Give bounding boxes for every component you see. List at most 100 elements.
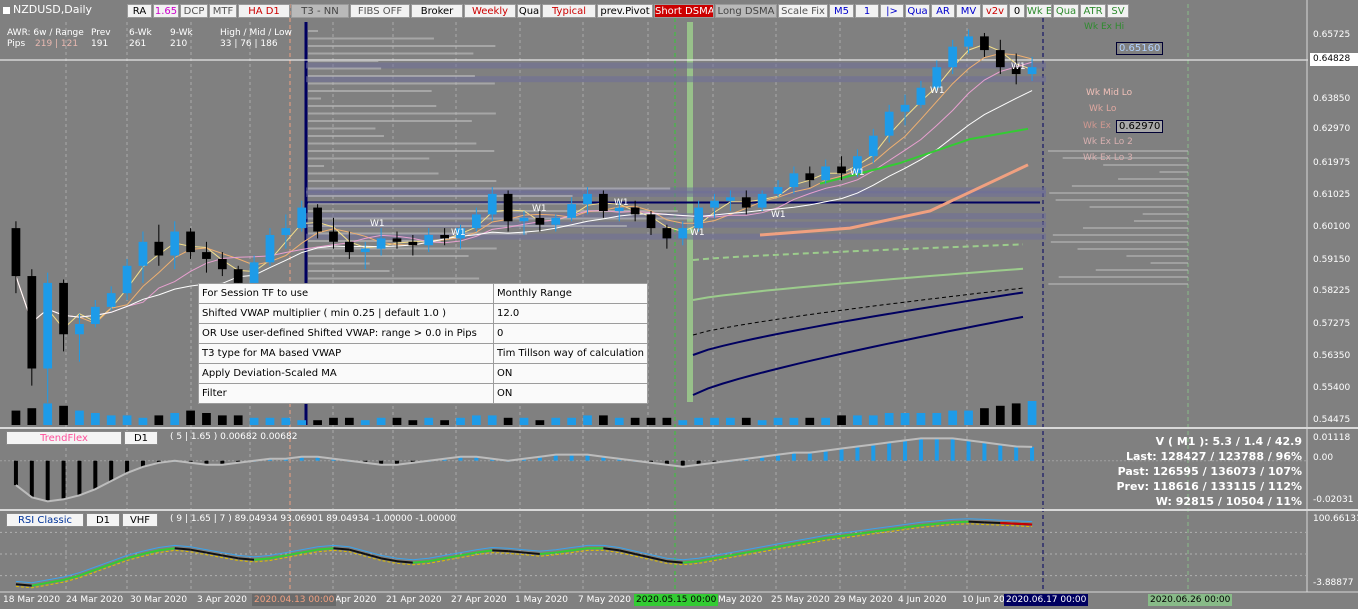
trendflex-bar-3: [61, 460, 66, 500]
volume-bar-63: [1011, 403, 1021, 425]
rsi-seg-34: [539, 551, 556, 555]
date-highlight-3: 2020.06.26 00:00: [1148, 594, 1233, 606]
trendflex-bar-5: [93, 460, 98, 490]
trendflex-name[interactable]: TrendFlex: [6, 431, 122, 445]
rsi-mode[interactable]: VHF: [122, 513, 158, 527]
settings-row[interactable]: For Session TF to use Monthly Range: [198, 283, 649, 304]
candle-body-34: [551, 217, 561, 225]
rsi-name[interactable]: RSI Classic: [6, 513, 84, 527]
vp-bar-30: [308, 255, 469, 257]
toolbar-button-8[interactable]: Weekly: [464, 4, 516, 18]
toolbar-button-6[interactable]: FIBS OFF: [350, 4, 410, 18]
toolbar-button-10[interactable]: Typical: [542, 4, 596, 18]
volume-bar-12: [202, 413, 211, 425]
toolbar-button-13[interactable]: Long DSMA: [715, 4, 777, 18]
vp-right-bar-15: [1126, 255, 1188, 257]
settings-value[interactable]: Tim Tillson way of calculation: [492, 343, 649, 364]
candle-body-21: [344, 241, 354, 253]
settings-row[interactable]: Shifted VWAP multiplier ( min 0.25 | def…: [198, 303, 649, 324]
vp-right-bar-3: [1159, 171, 1188, 173]
toolbar-button-1[interactable]: 1.65: [153, 4, 179, 18]
rsi-seg-54: [857, 530, 874, 535]
toolbar-button-18[interactable]: Qua: [905, 4, 930, 18]
toolbar-button-21[interactable]: v2v: [982, 4, 1008, 18]
vp-right-bar-17: [1095, 269, 1188, 271]
toolbar-button-9[interactable]: Qua: [517, 4, 541, 18]
settings-value[interactable]: Monthly Range: [492, 283, 649, 304]
candle-body-11: [186, 231, 195, 253]
price-tick-6: 0.61025: [1313, 190, 1351, 200]
rsi-seg-56: [889, 526, 906, 531]
candle-body-42: [678, 228, 688, 239]
level-label-2: Wk Lo: [1089, 104, 1117, 114]
volume-bar-57: [916, 413, 926, 425]
date-highlight-0: 2020.04.13 00:00: [252, 594, 337, 606]
rsi-seg-50: [793, 540, 810, 545]
toolbar-button-5[interactable]: T3 - NN: [291, 4, 349, 18]
vp-bar-29: [308, 247, 497, 250]
toolbar-button-20[interactable]: MV: [956, 4, 981, 18]
toolbar-button-12[interactable]: Short DSMA: [654, 4, 714, 18]
toolbar-button-17[interactable]: |>: [880, 4, 904, 18]
trendflex-tf[interactable]: D1: [124, 431, 158, 445]
toolbar-button-2[interactable]: DCP: [180, 4, 208, 18]
settings-key: OR Use user-defined Shifted VWAP: range …: [198, 323, 494, 344]
vwap-lower-2: [692, 287, 1024, 336]
symbol-menu-icon[interactable]: [3, 6, 10, 14]
volume-bar-32: [519, 417, 529, 425]
vp-right-bar-4: [1118, 178, 1188, 180]
vp-bar-17: [308, 157, 430, 160]
volume-bar-4: [75, 410, 84, 425]
toolbar-button-11[interactable]: prev.Pivot: [597, 4, 653, 18]
settings-row[interactable]: T3 type for MA based VWAP Tim Tillson way…: [198, 343, 649, 364]
volume-bar-48: [773, 417, 783, 425]
toolbar-button-7[interactable]: Broker: [411, 4, 463, 18]
trendflex-bar-55: [887, 442, 892, 461]
vp-right-bar-14: [1077, 248, 1188, 250]
hml-values: 33 | 76 | 186: [220, 39, 278, 49]
settings-value[interactable]: 12.0: [492, 303, 649, 324]
volume-bar-43: [694, 417, 704, 425]
settings-value[interactable]: 0: [492, 323, 649, 344]
candle-body-57: [916, 87, 926, 105]
settings-row[interactable]: OR Use user-defined Shifted VWAP: range …: [198, 323, 649, 344]
settings-value[interactable]: ON: [492, 363, 649, 384]
toolbar-button-14[interactable]: Scale Fix: [778, 4, 828, 18]
rsi-tail: [1000, 522, 1033, 526]
toolbar-button-19[interactable]: AR: [931, 4, 955, 18]
rsi-seg-60: [952, 520, 969, 524]
volume-bar-55: [884, 413, 894, 425]
toolbar-button-23[interactable]: Wk Ex Hi: [1026, 4, 1052, 18]
vp-right-bar-13: [1050, 241, 1188, 243]
rsi-seg-5: [79, 568, 96, 577]
rsi-seg-1: [15, 583, 32, 587]
volume-bar-1: [27, 408, 37, 425]
rsi-tf[interactable]: D1: [86, 513, 120, 527]
toolbar-button-24[interactable]: Qua: [1053, 4, 1079, 18]
candle-body-52: [837, 166, 846, 174]
toolbar-button-26[interactable]: SV: [1107, 4, 1129, 18]
settings-row[interactable]: Filter ON: [198, 383, 649, 404]
rsi-seg-45: [714, 554, 731, 560]
vp-right-bar-10: [1133, 220, 1188, 222]
toolbar-button-16[interactable]: 1: [855, 4, 879, 18]
settings-value[interactable]: ON: [492, 383, 649, 404]
candle-body-33: [535, 217, 545, 225]
candle-body-17: [281, 228, 291, 235]
date-tick-0: 18 Mar 2020: [3, 595, 61, 605]
toolbar-button-25[interactable]: ATR: [1080, 4, 1106, 18]
price-tick-12: 0.55400: [1313, 383, 1351, 393]
rsi-seg-14: [222, 554, 239, 560]
candle-body-32: [519, 217, 529, 222]
toolbar-button-3[interactable]: MTF: [209, 4, 237, 18]
toolbar-button-0[interactable]: RA: [127, 4, 152, 18]
level-label-4: Wk Ex Lo 2: [1083, 137, 1133, 147]
toolbar-button-22[interactable]: 0: [1009, 4, 1025, 18]
toolbar-button-4[interactable]: HA D1: [238, 4, 290, 18]
trendflex-tick-0: 0.01118: [1313, 433, 1351, 443]
settings-row[interactable]: Apply Deviation-Scaled MA ON: [198, 363, 649, 384]
candle-body-16: [265, 234, 275, 263]
candle-body-5: [90, 306, 100, 324]
toolbar-button-15[interactable]: M5: [829, 4, 854, 18]
date-highlight-2: 2020.06.17 00:00: [1004, 594, 1089, 606]
